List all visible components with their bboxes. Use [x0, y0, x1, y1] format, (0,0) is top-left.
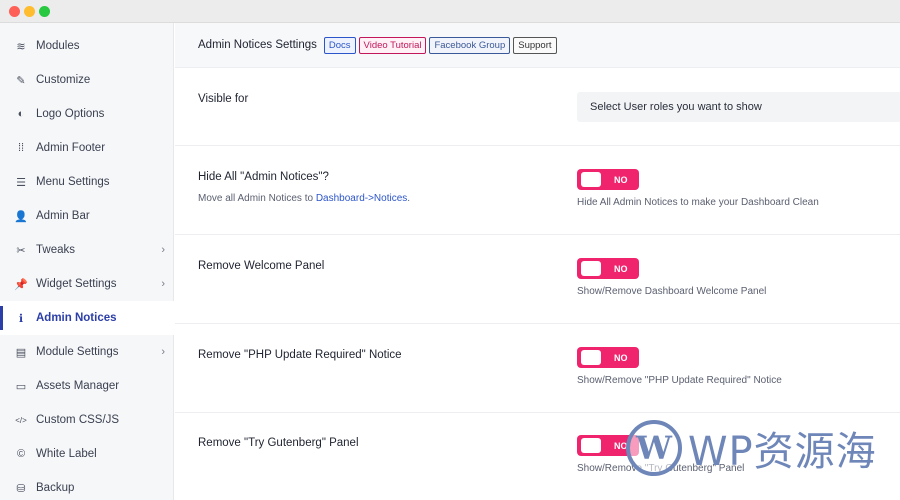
sidebar-item-custom-css-js[interactable]: </> Custom CSS/JS — [0, 403, 174, 437]
sidebar-item-label: Assets Manager — [36, 380, 120, 392]
page-title: Admin Notices Settings — [198, 39, 317, 51]
hide-all-notices-label: Hide All "Admin Notices"? — [198, 171, 329, 183]
dashboard-notices-link[interactable]: Dashboard->Notices — [316, 193, 407, 204]
contrast-icon: ◐ — [17, 108, 25, 120]
copyright-icon: © — [16, 448, 26, 460]
toggle-knob — [581, 438, 601, 453]
hide-all-notices-row: Hide All "Admin Notices"? Move all Admin… — [175, 146, 900, 235]
chevron-right-icon: › — [161, 278, 165, 290]
sidebar-item-module-settings[interactable]: ▤ Module Settings › — [0, 335, 174, 369]
user-roles-select[interactable]: Select User roles you want to show — [577, 92, 900, 122]
code-icon: </> — [15, 415, 27, 425]
facebook-group-link[interactable]: Facebook Group — [429, 36, 511, 54]
sidebar-item-label: Module Settings — [36, 346, 119, 358]
description-end: . — [407, 193, 411, 204]
watermark: W WP资源海 — [626, 417, 896, 479]
sidebar-item-admin-footer[interactable]: ⁞⁞ Admin Footer — [0, 131, 174, 165]
toggle-state: NO — [614, 263, 628, 274]
sidebar-item-label: Custom CSS/JS — [36, 414, 120, 426]
hide-all-notices-help: Hide All Admin Notices to make your Dash… — [577, 197, 819, 208]
docs-link[interactable]: Docs — [323, 36, 356, 54]
sidebar-item-label: Menu Settings — [36, 176, 110, 188]
sidebar-item-label: Backup — [36, 482, 75, 494]
menu-icon: ☰ — [16, 176, 26, 189]
user-roles-placeholder: Select User roles you want to show — [590, 101, 762, 113]
sidebar-item-admin-bar[interactable]: 👤 Admin Bar — [0, 199, 174, 233]
description-text: Move all Admin Notices to — [198, 193, 316, 204]
sidebar-item-label: Customize — [36, 74, 91, 86]
sidebar-item-white-label[interactable]: © White Label — [0, 437, 174, 471]
sidebar-item-tweaks[interactable]: ✂ Tweaks › — [0, 233, 174, 267]
php-update-toggle[interactable]: NO — [577, 347, 639, 368]
database-icon: ⛁ — [16, 482, 26, 495]
gutenberg-label: Remove "Try Gutenberg" Panel — [198, 437, 359, 449]
sidebar-item-assets-manager[interactable]: ▭ Assets Manager — [0, 369, 174, 403]
support-link[interactable]: Support — [513, 36, 557, 54]
visible-for-row: Visible for Select User roles you want t… — [175, 69, 900, 146]
watermark-text: WP资源海 — [688, 429, 877, 475]
sidebar-item-customize[interactable]: ✎ Customize — [0, 63, 174, 97]
sidebar-item-backup[interactable]: ⛁ Backup — [0, 471, 174, 500]
sidebar: ≋ Modules ✎ Customize ◐ Logo Options ⁞⁞ … — [0, 23, 174, 500]
toggle-state: NO — [614, 174, 628, 185]
sidebar-item-label: White Label — [36, 448, 97, 460]
paint-icon: ✎ — [16, 74, 26, 87]
sidebar-item-label: Admin Notices — [36, 312, 117, 324]
minimize-window-button[interactable] — [24, 6, 35, 17]
settings-header: Admin Notices Settings Docs Video Tutori… — [175, 23, 900, 68]
chevron-right-icon: › — [161, 346, 165, 358]
window-titlebar — [0, 0, 900, 23]
welcome-panel-help: Show/Remove Dashboard Welcome Panel — [577, 286, 767, 297]
sidebar-item-widget-settings[interactable]: 📌 Widget Settings › — [0, 267, 174, 301]
hide-all-notices-description: Move all Admin Notices to Dashboard->Not… — [198, 193, 410, 204]
hide-all-notices-toggle[interactable]: NO — [577, 169, 639, 190]
welcome-panel-row: Remove Welcome Panel NO Show/Remove Dash… — [175, 235, 900, 324]
sidebar-item-label: Widget Settings — [36, 278, 117, 290]
toggle-knob — [581, 350, 601, 365]
php-update-label: Remove "PHP Update Required" Notice — [198, 349, 402, 361]
layers-icon: ≋ — [16, 40, 26, 53]
sidebar-item-label: Logo Options — [36, 108, 105, 120]
sidebar-item-label: Admin Footer — [36, 142, 106, 154]
dots-grid-icon: ⁞⁞ — [17, 142, 25, 154]
visible-for-label: Visible for — [198, 93, 249, 105]
php-update-row: Remove "PHP Update Required" Notice NO S… — [175, 324, 900, 413]
info-icon: ℹ — [18, 312, 24, 325]
sidebar-item-label: Tweaks — [36, 244, 75, 256]
folder-icon: ▭ — [15, 380, 27, 393]
video-tutorial-link[interactable]: Video Tutorial — [358, 36, 427, 54]
toggle-knob — [581, 172, 601, 187]
wordpress-logo-icon: W — [626, 420, 682, 476]
sidebar-item-label: Modules — [36, 40, 80, 52]
chevron-right-icon: › — [161, 244, 165, 256]
archive-icon: ▤ — [15, 346, 27, 359]
sidebar-item-menu-settings[interactable]: ☰ Menu Settings — [0, 165, 174, 199]
welcome-panel-toggle[interactable]: NO — [577, 258, 639, 279]
sidebar-item-modules[interactable]: ≋ Modules — [0, 29, 174, 63]
sidebar-item-label: Admin Bar — [36, 210, 90, 222]
welcome-panel-label: Remove Welcome Panel — [198, 260, 325, 272]
sidebar-item-logo-options[interactable]: ◐ Logo Options — [0, 97, 174, 131]
php-update-help: Show/Remove "PHP Update Required" Notice — [577, 375, 782, 386]
tools-icon: ✂ — [16, 244, 26, 257]
toggle-knob — [581, 261, 601, 276]
zoom-window-button[interactable] — [39, 6, 50, 17]
close-window-button[interactable] — [9, 6, 20, 17]
user-gear-icon: 👤 — [14, 210, 28, 223]
toggle-state: NO — [614, 352, 628, 363]
sidebar-item-admin-notices[interactable]: ℹ Admin Notices — [0, 301, 174, 335]
pin-icon: 📌 — [14, 278, 28, 291]
